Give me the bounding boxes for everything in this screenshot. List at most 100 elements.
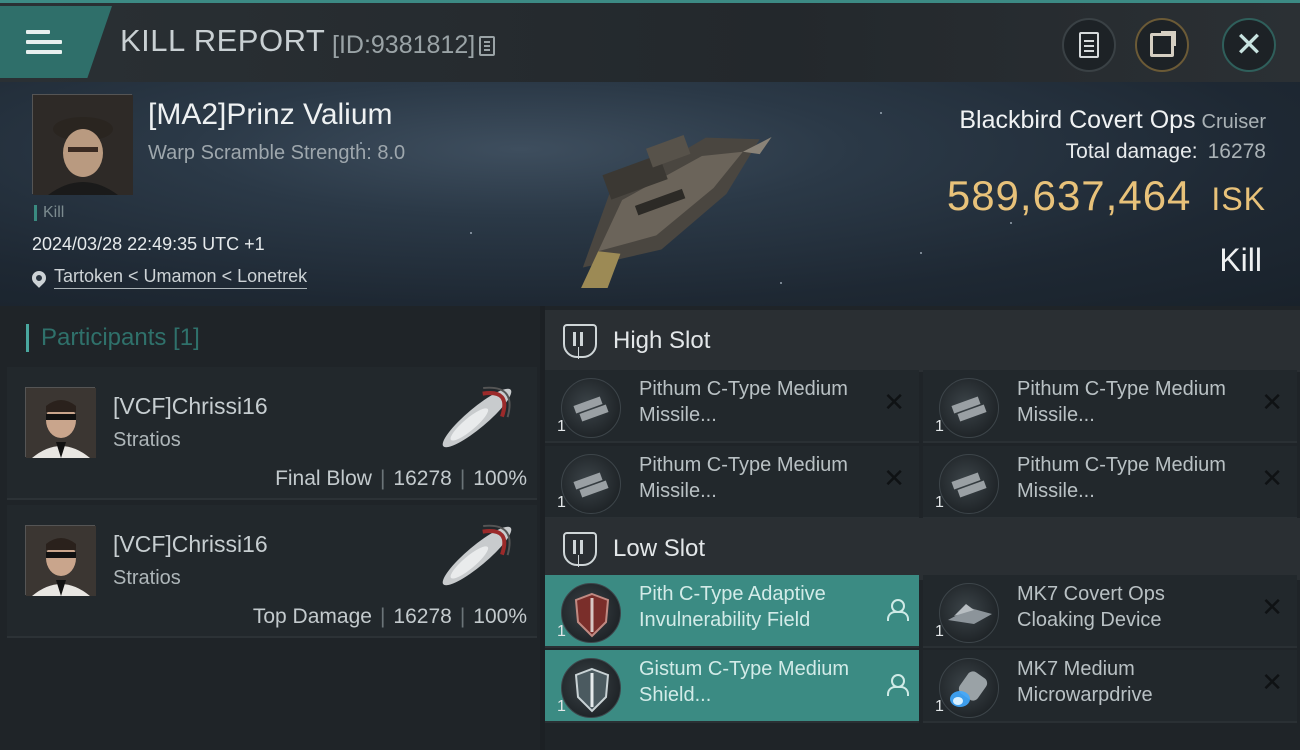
report-id-text: [ID:9381812] xyxy=(332,31,476,59)
participant-damage: 16278 xyxy=(393,467,452,490)
module-quantity: 1 xyxy=(557,418,566,435)
module-item[interactable]: 1 Pithum C-Type Medium Missile... ✕ xyxy=(923,370,1297,443)
participant-avatar[interactable] xyxy=(25,525,96,596)
location-text[interactable]: Tartoken < Umamon < Lonetrek xyxy=(54,266,308,289)
participants-panel: Participants [1] [VCF]Chrissi16 Stratios… xyxy=(0,306,540,750)
module-item[interactable]: 1 Pith C-Type Adaptive Invulnerability F… xyxy=(545,575,919,648)
participant-name[interactable]: [VCF]Chrissi16 xyxy=(113,531,268,558)
victim-portrait[interactable] xyxy=(32,94,133,195)
notes-button[interactable] xyxy=(1062,18,1116,72)
module-name: Gistum C-Type Medium Shield... xyxy=(639,658,850,706)
participant-damage: 16278 xyxy=(393,605,452,628)
notes-icon xyxy=(1079,32,1099,58)
module-quantity: 1 xyxy=(557,698,566,715)
missile-launcher-icon xyxy=(939,454,999,514)
pilot-icon xyxy=(887,599,909,621)
participant-percent: 100% xyxy=(473,467,527,490)
module-item[interactable]: 1 MK7 Medium Microwarpdrive ✕ xyxy=(923,650,1297,723)
shield-extender-icon xyxy=(561,658,621,718)
module-name: Pithum C-Type Medium Missile... xyxy=(639,454,848,502)
close-icon: ✕ xyxy=(1234,25,1264,65)
victim-ship[interactable]: Blackbird Covert Ops Cruiser xyxy=(959,106,1266,135)
total-damage-value: 16278 xyxy=(1207,140,1266,163)
top-bar: KILL REPORT [ID:9381812] ✕ xyxy=(0,0,1300,82)
module-quantity: 1 xyxy=(557,494,566,511)
total-damage-label: Total damage: xyxy=(1065,140,1198,163)
participant-ship-image xyxy=(442,386,512,448)
fitting-panel: High Slot 1 Pithum C-Type Medium Missile… xyxy=(545,306,1300,750)
participant-percent: 100% xyxy=(473,605,527,628)
ship-name: Blackbird Covert Ops xyxy=(959,106,1196,134)
kill-tag: Kill xyxy=(34,205,64,221)
isk-unit: ISK xyxy=(1211,181,1266,217)
participant-role: Top Damage xyxy=(252,605,372,628)
victim-panel: [MA2]Prinz Valium Warp Scramble Strength… xyxy=(0,82,1300,306)
separator: | xyxy=(379,605,386,628)
star xyxy=(920,252,922,254)
module-item[interactable]: 1 Pithum C-Type Medium Missile... ✕ xyxy=(545,446,919,519)
star xyxy=(1010,222,1012,224)
destroyed-icon: ✕ xyxy=(1261,464,1283,494)
location-link[interactable]: Tartoken < Umamon < Lonetrek xyxy=(29,266,308,289)
star xyxy=(880,112,882,114)
shield-module-icon xyxy=(561,583,621,643)
module-name: Pithum C-Type Medium Missile... xyxy=(639,378,848,426)
module-item[interactable]: 1 Gistum C-Type Medium Shield... xyxy=(545,650,919,723)
cloaking-device-icon xyxy=(939,583,999,643)
pilot-icon xyxy=(887,674,909,696)
destroyed-icon: ✕ xyxy=(1261,388,1283,418)
destroyed-icon: ✕ xyxy=(883,388,905,418)
high-slot-label: High Slot xyxy=(613,327,711,354)
destroyed-icon: ✕ xyxy=(1261,593,1283,623)
missile-launcher-icon xyxy=(561,378,621,438)
module-name: Pithum C-Type Medium Missile... xyxy=(1017,378,1226,426)
module-name: MK7 Medium Microwarpdrive xyxy=(1017,658,1153,706)
separator: | xyxy=(459,605,466,628)
module-item[interactable]: 1 MK7 Covert Ops Cloaking Device ✕ xyxy=(923,575,1297,648)
participant-row[interactable]: [VCF]Chrissi16 Stratios Final Blow | 16278… xyxy=(7,367,537,500)
participant-ship: Stratios xyxy=(113,567,181,589)
module-name: Pithum C-Type Medium Missile... xyxy=(1017,454,1226,502)
participant-role: Final Blow xyxy=(275,467,372,490)
participant-ship-image xyxy=(442,524,512,586)
separator: | xyxy=(379,467,386,490)
module-quantity: 1 xyxy=(935,698,944,715)
module-name: Pith C-Type Adaptive Invulnerability Fie… xyxy=(639,583,826,631)
star xyxy=(470,232,472,234)
close-button[interactable]: ✕ xyxy=(1222,18,1276,72)
share-button[interactable] xyxy=(1135,18,1189,72)
module-item[interactable]: 1 Pithum C-Type Medium Missile... ✕ xyxy=(545,370,919,443)
report-id[interactable]: [ID:9381812] xyxy=(332,31,496,60)
menu-button[interactable] xyxy=(0,6,112,78)
destroyed-icon: ✕ xyxy=(883,464,905,494)
microwarpdrive-icon xyxy=(939,658,999,718)
hamburger-icon xyxy=(26,24,62,60)
participant-row[interactable]: [VCF]Chrissi16 Stratios Top Damage | 16278… xyxy=(7,505,537,638)
participant-avatar[interactable] xyxy=(25,387,96,458)
module-item[interactable]: 1 Pithum C-Type Medium Missile... ✕ xyxy=(923,446,1297,519)
ship-class: Cruiser xyxy=(1201,111,1266,133)
kill-datetime: 2024/03/28 22:49:35 UTC +1 xyxy=(32,234,265,254)
total-damage: Total damage: 16278 xyxy=(1066,140,1266,164)
module-name: MK7 Covert Ops Cloaking Device xyxy=(1017,583,1165,631)
low-slot-header: Low Slot xyxy=(545,518,1300,580)
participant-name[interactable]: [VCF]Chrissi16 xyxy=(113,393,268,420)
victim-name[interactable]: [MA2]Prinz Valium xyxy=(148,98,393,132)
warp-scramble-strength: Warp Scramble Strength: 8.0 xyxy=(148,142,406,164)
module-quantity: 1 xyxy=(935,623,944,640)
isk-amount: 589,637,464 xyxy=(946,172,1192,219)
module-quantity: 1 xyxy=(935,494,944,511)
separator: | xyxy=(459,467,466,490)
module-quantity: 1 xyxy=(935,418,944,435)
participant-ship: Stratios xyxy=(113,429,181,451)
slot-icon xyxy=(563,324,597,358)
missile-launcher-icon xyxy=(561,454,621,514)
high-slot-header: High Slot xyxy=(545,310,1300,372)
victim-ship-image xyxy=(580,135,772,288)
participant-stats: Final Blow | 16278 | 100% xyxy=(275,467,527,491)
location-pin-icon xyxy=(29,267,49,288)
result-label: Kill xyxy=(1219,242,1262,278)
page-title: KILL REPORT xyxy=(120,23,326,58)
copy-icon[interactable] xyxy=(479,35,496,56)
low-slot-label: Low Slot xyxy=(613,535,706,562)
